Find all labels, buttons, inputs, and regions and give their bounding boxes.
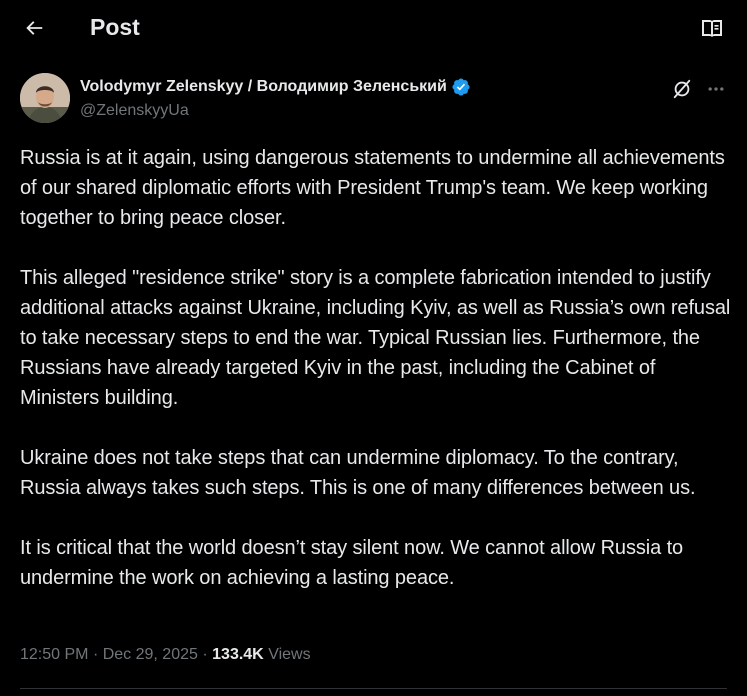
author-display-name[interactable]: Volodymyr Zelenskyy / Володимир Зеленськ… (80, 77, 447, 97)
top-bar: Post (0, 0, 747, 56)
verified-badge-icon[interactable] (451, 77, 471, 97)
meta-separator: · (202, 646, 208, 663)
post-paragraph: Russia is at it again, using dangerous s… (20, 147, 725, 229)
grok-icon (673, 79, 691, 99)
avatar[interactable] (20, 73, 70, 123)
views-count: 133.4K (212, 646, 264, 663)
meta-separator: · (92, 646, 99, 663)
post-paragraph: It is critical that the world doesn’t st… (20, 537, 684, 589)
author-handle[interactable]: @ZelenskyyUa (80, 101, 189, 121)
views-label: Views (268, 646, 311, 663)
post-date[interactable]: Dec 29, 2025 (103, 646, 198, 663)
post-time[interactable]: 12:50 PM (20, 646, 88, 663)
reader-mode-button[interactable] (697, 13, 727, 43)
grok-button[interactable] (669, 76, 695, 102)
post-metadata: 12:50 PM · Dec 29, 2025 · 133.4K Views (20, 645, 311, 665)
author-name: Volodymyr Zelenskyy / Володимир Зеленськ… (80, 77, 471, 97)
more-horizontal-icon (708, 87, 724, 91)
post-paragraph: This alleged "residence strike" story is… (20, 267, 731, 409)
post-text: Russia is at it again, using dangerous s… (20, 143, 735, 623)
more-options-button[interactable] (703, 76, 729, 102)
post-paragraph: Ukraine does not take steps that can und… (20, 447, 696, 499)
profile-photo (20, 73, 70, 123)
back-button[interactable] (16, 10, 52, 46)
open-book-icon (702, 20, 722, 37)
page-title: Post (90, 14, 140, 40)
arrow-left-icon (26, 21, 43, 35)
divider (20, 688, 727, 689)
